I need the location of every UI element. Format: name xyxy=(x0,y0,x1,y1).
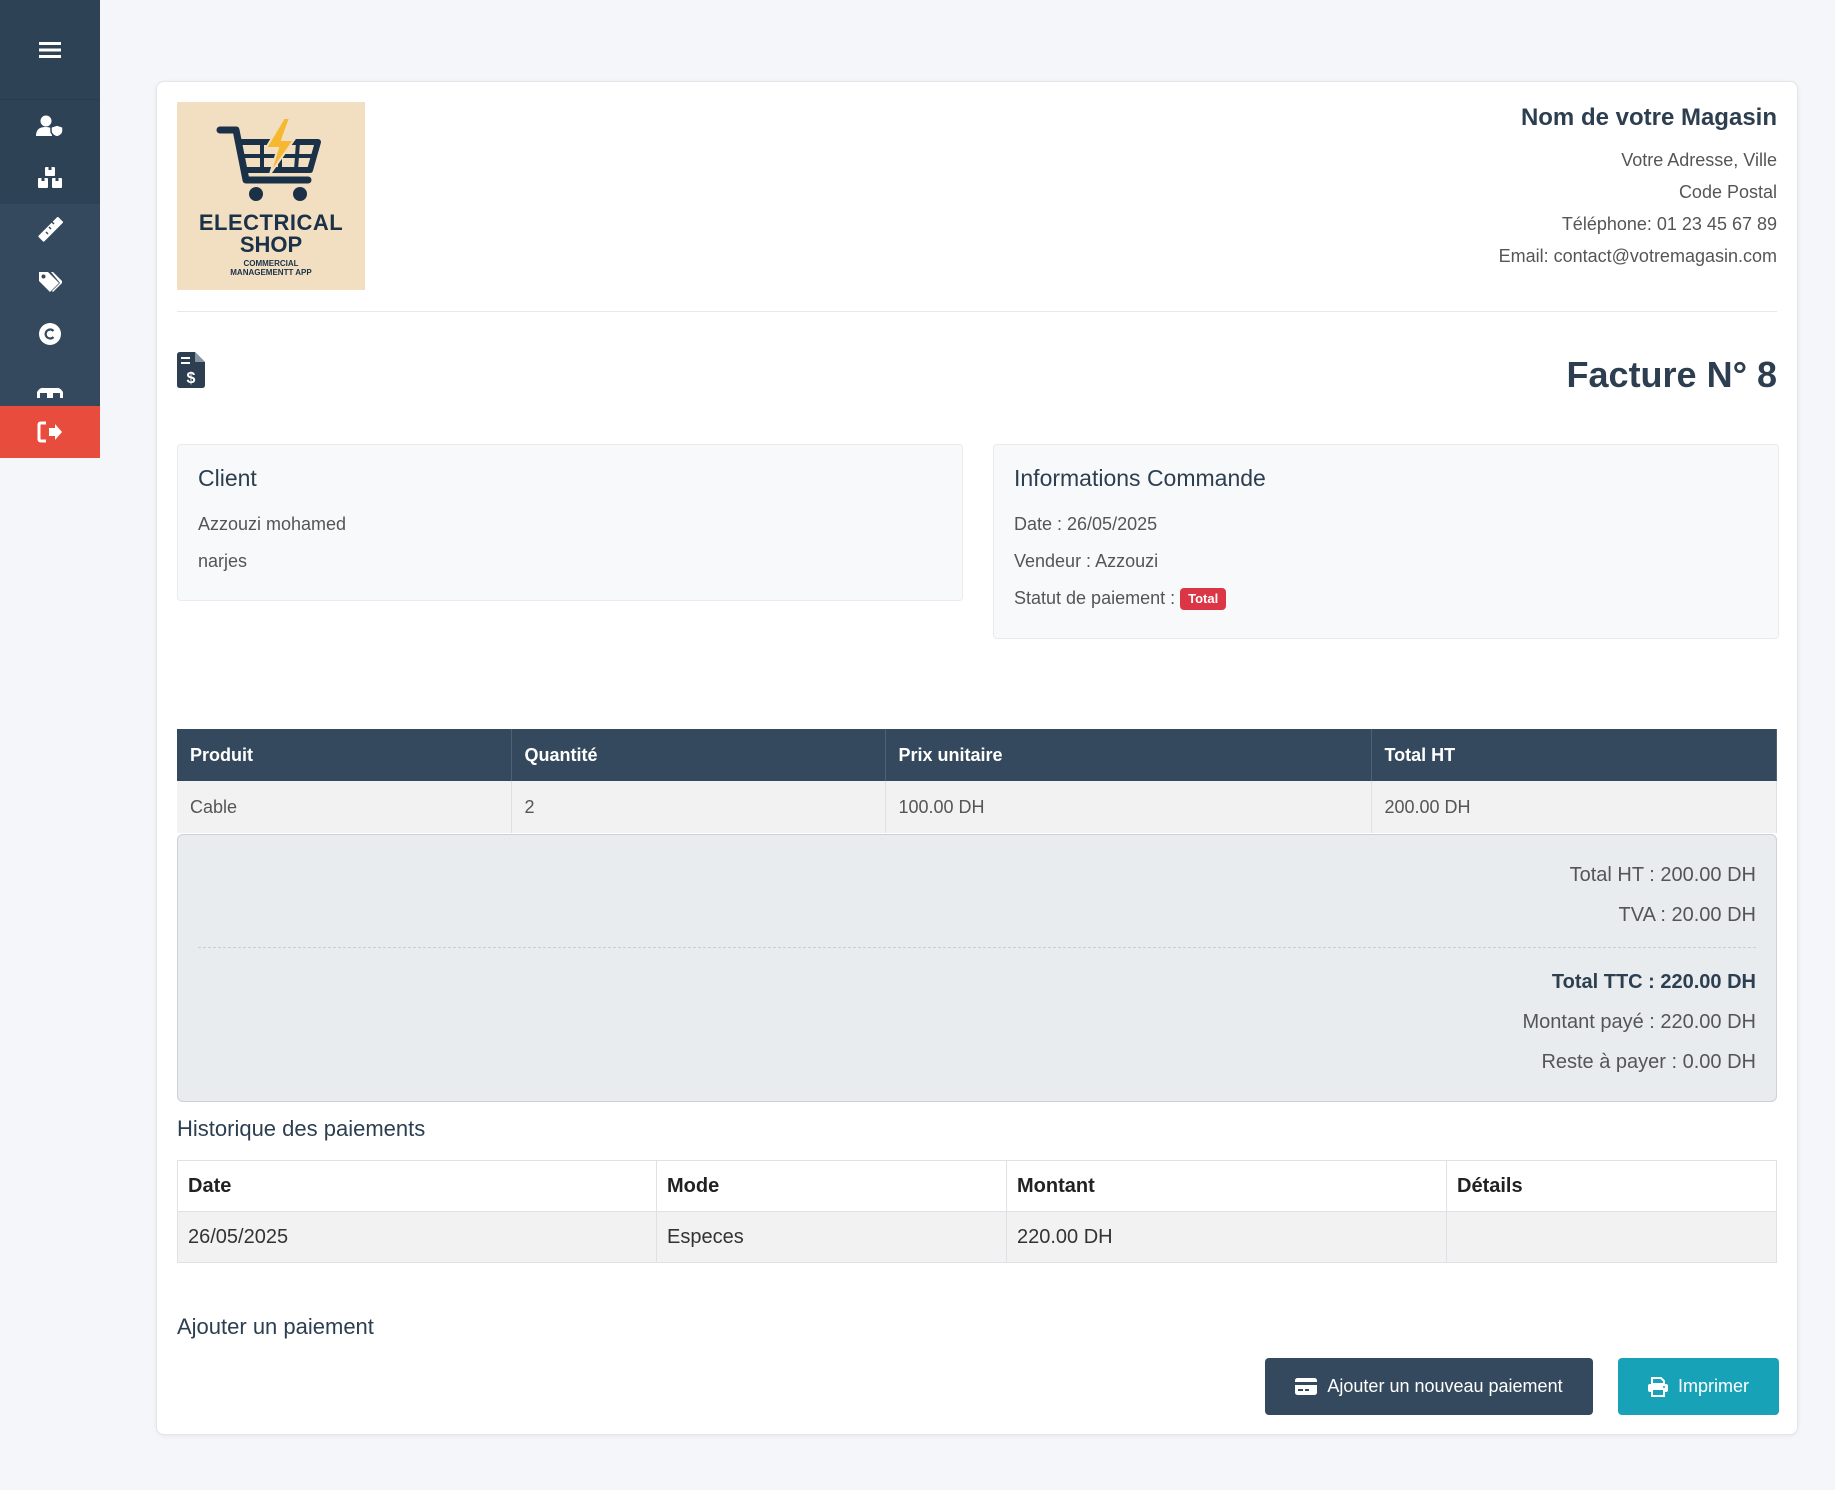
credit-card-icon xyxy=(1295,1378,1318,1395)
totals-divider xyxy=(198,947,1756,948)
logout-button[interactable] xyxy=(0,406,100,458)
file-invoice-dollar-icon: $ xyxy=(177,352,205,388)
add-payment-button-label: Ajouter un nouveau paiement xyxy=(1327,1376,1563,1396)
product-name: Cable xyxy=(177,781,512,833)
sidebar xyxy=(0,0,100,458)
sidebar-item-brands[interactable] xyxy=(0,308,100,360)
shop-logo: ELECTRICAL SHOP COMMERCIAL MANAGEMENTT A… xyxy=(177,102,365,290)
ruler-icon xyxy=(38,217,63,242)
logo-line-3: COMMERCIAL MANAGEMENTT APP xyxy=(230,259,312,277)
invoice-title: Facture N° 8 xyxy=(1566,354,1777,395)
column-header: Détails xyxy=(1446,1160,1777,1212)
table-row: Cable 2 100.00 DH 200.00 DH xyxy=(177,781,1777,833)
sidebar-item-units[interactable] xyxy=(0,204,100,256)
product-unit-price: 100.00 DH xyxy=(885,781,1372,833)
client-extra: narjes xyxy=(198,551,248,571)
copyright-icon xyxy=(39,323,61,345)
add-payment-button[interactable]: Ajouter un nouveau paiement xyxy=(1265,1358,1593,1415)
tags-icon xyxy=(39,272,62,292)
invoice-card: ELECTRICAL SHOP COMMERCIAL MANAGEMENTT A… xyxy=(156,81,1798,1435)
client-box: Client Azzouzi mohamed narjes xyxy=(177,444,963,601)
payments-table: Date Mode Montant Détails 26/05/2025 Esp… xyxy=(177,1160,1777,1263)
total-ht: Total HT : 200.00 DH xyxy=(1569,864,1756,886)
order-seller: Vendeur : Azzouzi xyxy=(1014,551,1159,571)
client-title: Client xyxy=(198,465,257,491)
column-header: Date xyxy=(177,1160,657,1212)
column-header: Produit xyxy=(177,729,512,781)
invoice-header: ELECTRICAL SHOP COMMERCIAL MANAGEMENTT A… xyxy=(177,102,1777,312)
payment-status: Statut de paiement : Total xyxy=(1014,580,1758,617)
total-ttc: Total TTC : 220.00 DH xyxy=(1551,971,1756,993)
boxes-icon xyxy=(38,167,62,188)
print-button-label: Imprimer xyxy=(1678,1376,1749,1396)
column-header: Mode xyxy=(656,1160,1007,1212)
sidebar-item-users[interactable] xyxy=(0,100,100,152)
product-quantity: 2 xyxy=(511,781,886,833)
invoice-title-row: $ Facture N° 8 xyxy=(177,312,1777,424)
amount-paid: Montant payé : 220.00 DH xyxy=(1522,1011,1756,1033)
payment-amount: 220.00 DH xyxy=(1006,1211,1447,1263)
sidebar-item-partial[interactable] xyxy=(0,360,100,398)
payment-mode: Especes xyxy=(656,1211,1007,1263)
sidebar-item-categories[interactable] xyxy=(0,256,100,308)
logo-line-2: SHOP xyxy=(239,232,303,257)
column-header: Prix unitaire xyxy=(885,729,1372,781)
payment-status-label: Statut de paiement : xyxy=(1014,588,1176,608)
sidebar-item-stock[interactable] xyxy=(0,152,100,204)
products-table: Produit Quantité Prix unitaire Total HT … xyxy=(177,729,1777,833)
shop-info: Nom de votre Magasin Votre Adresse, Vill… xyxy=(1499,104,1777,272)
logo-line-1: ELECTRICAL xyxy=(198,210,344,235)
client-name: Azzouzi mohamed xyxy=(198,514,347,534)
order-date: Date : 26/05/2025 xyxy=(1014,514,1158,534)
products-table-header: Produit Quantité Prix unitaire Total HT xyxy=(177,729,1777,781)
column-header: Montant xyxy=(1006,1160,1447,1212)
payment-status-badge: Total xyxy=(1180,588,1227,611)
payments-history-title: Historique des paiements xyxy=(177,1116,426,1141)
logout-icon xyxy=(37,421,62,443)
sidebar-toggle-button[interactable] xyxy=(0,0,100,100)
user-shield-icon xyxy=(36,115,64,138)
totals-box: Total HT : 200.00 DH TVA : 20.00 DH Tota… xyxy=(177,834,1777,1102)
amount-remaining: Reste à payer : 0.00 DH xyxy=(1541,1051,1756,1073)
shop-email: Email: contact@votremagasin.com xyxy=(1498,246,1777,266)
shop-postal: Code Postal xyxy=(1678,182,1777,202)
shop-name: Nom de votre Magasin xyxy=(1520,104,1777,131)
hamburger-icon xyxy=(39,41,61,58)
printer-icon xyxy=(1648,1376,1668,1397)
add-payment-title: Ajouter un paiement xyxy=(177,1314,374,1339)
cart-bolt-icon xyxy=(216,118,321,201)
column-header: Quantité xyxy=(511,729,886,781)
print-button[interactable]: Imprimer xyxy=(1618,1358,1779,1415)
product-total-ht: 200.00 DH xyxy=(1371,781,1777,833)
column-header: Total HT xyxy=(1371,729,1777,781)
order-info-box: Informations Commande Date : 26/05/2025 … xyxy=(993,444,1779,639)
svg-text:$: $ xyxy=(187,370,196,387)
tva: TVA : 20.00 DH xyxy=(1618,904,1756,926)
shop-address: Votre Adresse, Ville xyxy=(1621,150,1777,170)
payment-details xyxy=(1446,1211,1777,1263)
payments-table-header: Date Mode Montant Détails xyxy=(177,1160,1777,1212)
shop-phone: Téléphone: 01 23 45 67 89 xyxy=(1561,214,1777,234)
payment-date: 26/05/2025 xyxy=(177,1211,657,1263)
table-row: 26/05/2025 Especes 220.00 DH xyxy=(177,1211,1777,1263)
glasses-icon xyxy=(37,387,63,398)
order-info-title: Informations Commande xyxy=(1014,465,1266,491)
